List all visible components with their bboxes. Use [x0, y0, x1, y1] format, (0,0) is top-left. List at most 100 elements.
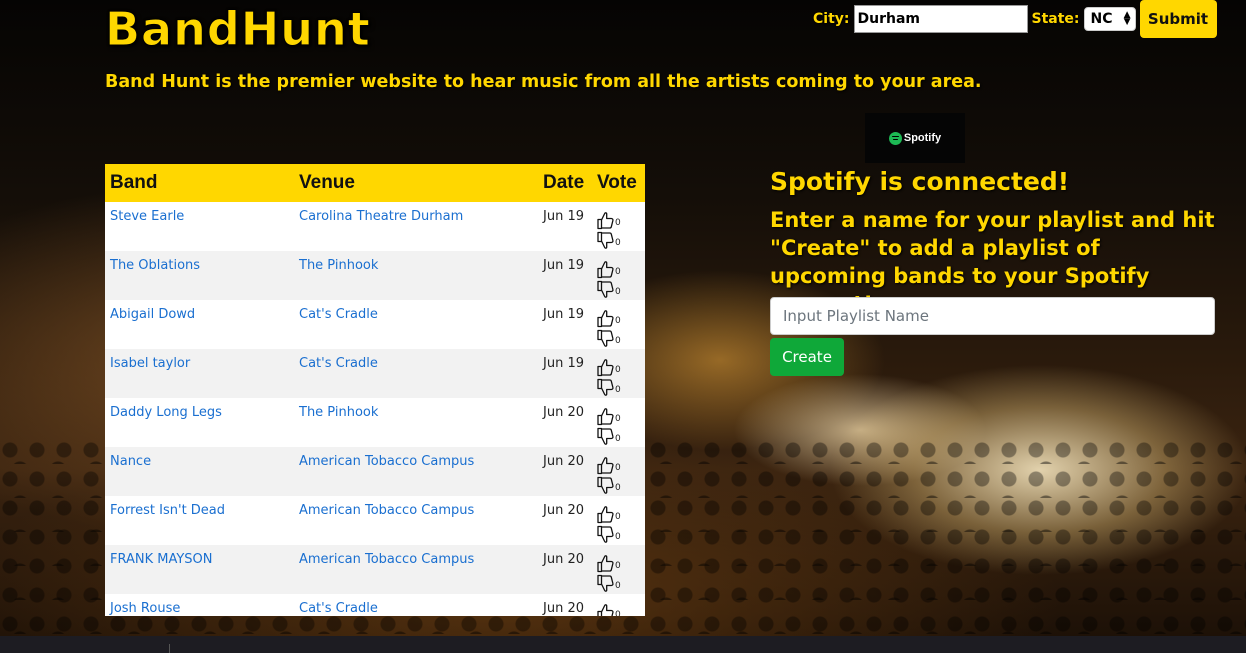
band-cell: The Oblations [105, 251, 294, 300]
thumbs-up-icon[interactable] [597, 260, 614, 279]
band-link[interactable]: FRANK MAYSON [110, 552, 213, 567]
thumbs-up-icon[interactable] [597, 407, 614, 426]
vote-cell: 00 [592, 349, 645, 398]
band-cell: Josh Rouse [105, 594, 294, 616]
column-header-date: Date [543, 172, 585, 193]
vote-cell: 00 [592, 594, 645, 616]
state-select-value: NC [1090, 11, 1113, 27]
upvote-count: 0 [615, 316, 621, 326]
upvote-count: 0 [615, 365, 621, 375]
thumbs-up-icon[interactable] [597, 211, 614, 230]
thumbs-up-icon[interactable] [597, 309, 614, 328]
upvote-count: 0 [615, 218, 621, 228]
date-cell: Jun 19 [543, 307, 584, 322]
band-link[interactable]: Steve Earle [110, 209, 184, 224]
spotify-logo-text: Spotify [903, 132, 942, 144]
venue-link[interactable]: Cat's Cradle [299, 601, 378, 616]
table-row: Steve Earle Carolina Theatre Durham Jun 19… [105, 202, 645, 251]
thumbs-up-icon[interactable] [597, 456, 614, 475]
thumbs-down-icon[interactable] [597, 378, 614, 397]
date-cell: Jun 19 [543, 258, 584, 273]
state-select[interactable]: NC ▲ ▼ [1083, 7, 1136, 31]
band-link[interactable]: Abigail Dowd [110, 307, 195, 322]
playlist-name-input[interactable] [770, 297, 1215, 335]
venue-link[interactable]: The Pinhook [299, 405, 378, 420]
column-header-band: Band [110, 172, 158, 193]
concert-table-body: Steve Earle Carolina Theatre Durham Jun 19… [105, 202, 645, 616]
table-row: Isabel taylor Cat's Cradle Jun 19 0 0 [105, 349, 645, 398]
submit-button[interactable]: Submit [1139, 0, 1217, 38]
thumbs-up-icon[interactable] [597, 358, 614, 377]
thumbs-down-icon[interactable] [597, 574, 614, 593]
table-row: Daddy Long Legs The Pinhook Jun 20 0 0 [105, 398, 645, 447]
site-logo[interactable]: BandHunt [105, 2, 371, 57]
date-cell: Jun 20 [543, 552, 584, 567]
spotify-connected-heading: Spotify is connected! [770, 167, 1070, 196]
upvote-count: 0 [615, 267, 621, 277]
upvote-count: 0 [615, 610, 621, 616]
downvote-count: 0 [615, 385, 621, 395]
downvote-count: 0 [615, 581, 621, 591]
band-cell: FRANK MAYSON [105, 545, 294, 594]
vote-cell: 00 [592, 398, 645, 447]
date-cell: Jun 20 [543, 454, 584, 469]
band-link[interactable]: Nance [110, 454, 151, 469]
thumbs-down-icon[interactable] [597, 525, 614, 544]
column-header-venue: Venue [299, 172, 355, 193]
thumbs-up-icon[interactable] [597, 554, 614, 573]
upvote-count: 0 [615, 512, 621, 522]
vote-cell: 00 [592, 251, 645, 300]
band-link[interactable]: The Oblations [110, 258, 200, 273]
venue-cell: Cat's Cradle [294, 594, 538, 616]
venue-cell: American Tobacco Campus [294, 496, 538, 545]
thumbs-down-icon[interactable] [597, 427, 614, 446]
venue-cell: American Tobacco Campus [294, 545, 538, 594]
venue-link[interactable]: Cat's Cradle [299, 356, 378, 371]
spotify-icon [888, 131, 902, 145]
band-cell: Forrest Isn't Dead [105, 496, 294, 545]
date-cell: Jun 19 [543, 209, 584, 224]
thumbs-up-icon[interactable] [597, 505, 614, 524]
concert-table-container[interactable]: Band Venue Date Vote Steve Earle Carolina… [105, 164, 645, 616]
venue-link[interactable]: American Tobacco Campus [299, 454, 474, 469]
venue-link[interactable]: American Tobacco Campus [299, 503, 474, 518]
footer-bar [0, 636, 1246, 653]
vote-cell: 00 [592, 447, 645, 496]
select-arrows-icon: ▲ ▼ [1123, 10, 1131, 27]
create-playlist-button[interactable]: Create [770, 338, 844, 376]
state-label: State: [1031, 11, 1080, 27]
thumbs-down-icon[interactable] [597, 280, 614, 299]
date-cell: Jun 19 [543, 356, 584, 371]
thumbs-up-icon[interactable] [597, 603, 614, 616]
date-cell: Jun 20 [543, 503, 584, 518]
venue-link[interactable]: Cat's Cradle [299, 307, 378, 322]
venue-link[interactable]: American Tobacco Campus [299, 552, 474, 567]
thumbs-down-icon[interactable] [597, 476, 614, 495]
downvote-count: 0 [615, 434, 621, 444]
band-cell: Isabel taylor [105, 349, 294, 398]
spotify-logo: Spotify [865, 113, 965, 163]
table-row: Forrest Isn't Dead American Tobacco Campu… [105, 496, 645, 545]
band-cell: Abigail Dowd [105, 300, 294, 349]
band-link[interactable]: Forrest Isn't Dead [110, 503, 225, 518]
vote-cell: 00 [592, 496, 645, 545]
venue-cell: The Pinhook [294, 251, 538, 300]
city-label: City: [813, 11, 850, 27]
city-input[interactable] [853, 5, 1028, 33]
thumbs-down-icon[interactable] [597, 231, 614, 250]
date-cell: Jun 20 [543, 601, 584, 616]
upvote-count: 0 [615, 414, 621, 424]
vote-cell: 00 [592, 545, 645, 594]
table-row: Josh Rouse Cat's Cradle Jun 20 00 [105, 594, 645, 616]
upvote-count: 0 [615, 463, 621, 473]
downvote-count: 0 [615, 336, 621, 346]
band-link[interactable]: Isabel taylor [110, 356, 190, 371]
venue-link[interactable]: The Pinhook [299, 258, 378, 273]
band-cell: Daddy Long Legs [105, 398, 294, 447]
venue-cell: Carolina Theatre Durham [294, 202, 538, 251]
thumbs-down-icon[interactable] [597, 329, 614, 348]
venue-cell: American Tobacco Campus [294, 447, 538, 496]
band-link[interactable]: Daddy Long Legs [110, 405, 222, 420]
venue-link[interactable]: Carolina Theatre Durham [299, 209, 463, 224]
band-link[interactable]: Josh Rouse [110, 601, 180, 616]
